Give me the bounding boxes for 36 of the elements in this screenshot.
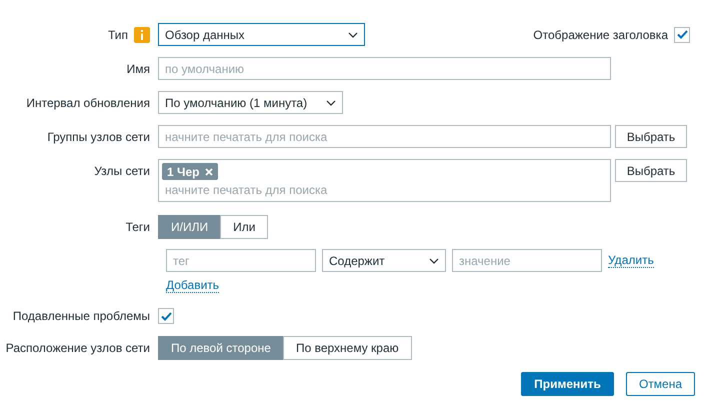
apply-button[interactable]: Применить	[521, 372, 614, 396]
interval-select[interactable]: По умолчанию (1 минута)	[158, 91, 343, 114]
name-field[interactable]: по умолчанию	[158, 57, 611, 80]
host-groups-field[interactable]: начните печатать для поиска	[158, 125, 611, 148]
select-button[interactable]: Выбрать	[615, 125, 687, 148]
remove-link[interactable]: Удалить	[608, 254, 654, 268]
select-button[interactable]: Выбрать	[615, 159, 687, 182]
value-field[interactable]: значение	[452, 249, 602, 272]
operator-select[interactable]: Содержит	[322, 249, 446, 272]
field-label: Тип	[108, 26, 128, 44]
field-label: Узлы сети	[94, 162, 150, 180]
field-label: Имя	[126, 60, 150, 78]
caret-icon	[326, 100, 336, 106]
field-label: Интервал обновления	[26, 94, 150, 112]
caret-icon	[348, 32, 358, 38]
field-label: Группы узлов сети	[47, 128, 150, 146]
tag-field[interactable]: тег	[166, 249, 316, 272]
hosts-field[interactable]: 1 Чер начните печатать для поиска	[158, 159, 611, 202]
segment-option[interactable]: По левой стороне	[158, 336, 284, 360]
add-link[interactable]: Добавить	[166, 279, 220, 293]
segment-option[interactable]: Или	[220, 215, 268, 239]
segment-option[interactable]: И/ИЛИ	[158, 215, 222, 239]
checkbox-label: Отображение заголовка	[533, 26, 668, 44]
show-header-checkbox[interactable]	[674, 26, 690, 42]
suppressed-checkbox[interactable]	[158, 308, 174, 324]
checkmark-icon	[676, 30, 688, 39]
checkmark-icon	[160, 312, 172, 320]
host-chip[interactable]: 1 Чер	[162, 163, 218, 180]
close-icon[interactable]	[205, 168, 214, 176]
type-select[interactable]: Обзор данных	[158, 23, 365, 46]
field-label: Подавленные проблемы	[12, 308, 150, 325]
field-label: Расположение узлов сети	[6, 340, 150, 357]
cancel-button[interactable]: Отмена	[626, 372, 695, 396]
caret-icon	[429, 258, 439, 264]
segment-option[interactable]: По верхнему краю	[282, 336, 412, 360]
field-label: Теги	[126, 219, 150, 236]
